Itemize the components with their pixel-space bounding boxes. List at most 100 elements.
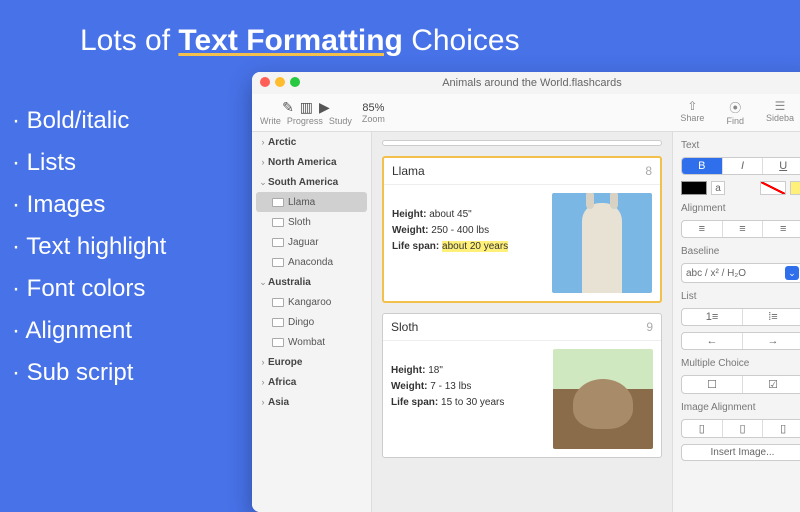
text-color-picker[interactable]: a (711, 181, 725, 195)
inspector: Text B I U a Alignment ≡ ≡ ≡ Baseline (672, 132, 800, 512)
text-color-swatch[interactable] (681, 181, 707, 195)
img-align-center-button[interactable]: ▯ (723, 420, 764, 437)
image-alignment-label: Image Alignment (681, 402, 800, 413)
img-align-right-button[interactable]: ▯ (763, 420, 800, 437)
sidebar-item-anaconda[interactable]: Anaconda (252, 252, 371, 272)
card-icon (272, 238, 284, 247)
sidebar-item-llama[interactable]: Llama (256, 192, 367, 212)
sidebar-toggle-button[interactable]: ☰Sideba (766, 99, 794, 126)
minimize-button[interactable] (275, 77, 285, 87)
fact-label: Height: (392, 209, 426, 220)
alignment-segment: ≡ ≡ ≡ (681, 220, 800, 238)
chevron-right-icon: › (258, 157, 268, 167)
align-left-button[interactable]: ≡ (682, 221, 723, 237)
multiple-choice-segment: ☐ ☑ (681, 375, 800, 394)
share-button[interactable]: ⇧Share (680, 99, 704, 126)
card-body: Height: 18" Weight: 7 - 13 lbs Life span… (383, 341, 661, 457)
fact-label: Life span: (392, 241, 439, 252)
card-title: Llama (392, 164, 425, 178)
progress-label: Progress (287, 116, 323, 126)
write-label: Write (260, 116, 281, 126)
fact-value-highlighted: about 20 years (442, 241, 508, 252)
maximize-button[interactable] (290, 77, 300, 87)
bulleted-list-button[interactable]: ⁞≡ (743, 309, 800, 325)
toolbar: ✎ ▥ ▶ Write Progress Study 85% Zoom ⇧Sha… (252, 94, 800, 132)
multiple-choice-label: Multiple Choice (681, 358, 800, 369)
card-facts: Height: about 45" Weight: 250 - 400 lbs … (392, 193, 544, 293)
close-button[interactable] (260, 77, 270, 87)
body-area: ›Arctic ›North America ⌄South America Ll… (252, 132, 800, 512)
sidebar-region-europe[interactable]: ›Europe (252, 352, 371, 372)
sidebar-region-australia[interactable]: ⌄Australia (252, 272, 371, 292)
fact-label: Weight: (391, 381, 427, 392)
fact-label: Weight: (392, 225, 428, 236)
promo-bullet-list: Bold/italic Lists Images Text highlight … (12, 100, 166, 394)
chevron-right-icon: › (258, 137, 268, 147)
mc-checked-button[interactable]: ☑ (743, 376, 800, 393)
app-window: Animals around the World.flashcards ✎ ▥ … (252, 72, 800, 512)
card-number: 8 (645, 164, 652, 178)
sloth-image (553, 349, 653, 449)
sidebar-item-wombat[interactable]: Wombat (252, 332, 371, 352)
find-button[interactable]: ⦿Find (726, 99, 744, 126)
fact-value: 18" (428, 365, 443, 376)
card-icon (272, 298, 284, 307)
chevron-right-icon: › (258, 377, 268, 387)
bullet-item: Alignment (12, 310, 166, 352)
chevron-right-icon: › (258, 397, 268, 407)
sidebar-region-arctic[interactable]: ›Arctic (252, 132, 371, 152)
highlight-picker-icon[interactable] (790, 181, 800, 195)
sidebar-item-sloth[interactable]: Sloth (252, 212, 371, 232)
card-sliver[interactable] (382, 140, 662, 146)
text-style-segment: B I U (681, 157, 800, 175)
card-sloth[interactable]: Sloth 9 Height: 18" Weight: 7 - 13 lbs L… (382, 313, 662, 458)
indent-segment: ← → (681, 332, 800, 350)
align-center-button[interactable]: ≡ (723, 221, 764, 237)
sidebar-item-dingo[interactable]: Dingo (252, 312, 371, 332)
chevron-right-icon: › (258, 357, 268, 367)
toolbar-right: ⇧Share ⦿Find ☰Sideba (680, 99, 800, 126)
sidebar-item-kangaroo[interactable]: Kangaroo (252, 292, 371, 312)
bullet-item: Sub script (12, 352, 166, 394)
fact-label: Height: (391, 365, 425, 376)
card-title: Sloth (391, 320, 418, 334)
outdent-button[interactable]: ← (682, 333, 743, 349)
chevron-down-icon: ⌄ (258, 277, 268, 288)
italic-button[interactable]: I (723, 158, 764, 174)
study-icon[interactable]: ▶ (319, 99, 330, 116)
sidebar-region-africa[interactable]: ›Africa (252, 372, 371, 392)
cards-column: Llama 8 Height: about 45" Weight: 250 - … (372, 132, 672, 512)
underline-button[interactable]: U (763, 158, 800, 174)
align-right-button[interactable]: ≡ (763, 221, 800, 237)
progress-icon[interactable]: ▥ (300, 99, 313, 116)
image-alignment-segment: ▯ ▯ ▯ (681, 419, 800, 438)
sidebar-region-north-america[interactable]: ›North America (252, 152, 371, 172)
alignment-section-label: Alignment (681, 203, 800, 214)
zoom-label: Zoom (362, 114, 385, 124)
write-icon[interactable]: ✎ (282, 99, 294, 116)
sidebar-item-jaguar[interactable]: Jaguar (252, 232, 371, 252)
img-align-left-button[interactable]: ▯ (682, 420, 723, 437)
bold-button[interactable]: B (682, 158, 723, 174)
headline-post: Choices (403, 24, 520, 57)
numbered-list-button[interactable]: 1≡ (682, 309, 743, 325)
list-type-segment: 1≡ ⁞≡ (681, 308, 800, 326)
sidebar-region-asia[interactable]: ›Asia (252, 392, 371, 412)
mc-unchecked-button[interactable]: ☐ (682, 376, 743, 393)
baseline-select[interactable]: abc / x² / H₂O ⌄ (681, 263, 800, 283)
card-icon (272, 218, 284, 227)
sidebar-region-south-america[interactable]: ⌄South America (252, 172, 371, 192)
chevron-down-icon: ⌄ (258, 177, 268, 188)
fact-value: about 45" (429, 209, 471, 220)
window-title: Animals around the World.flashcards (442, 77, 622, 89)
card-llama[interactable]: Llama 8 Height: about 45" Weight: 250 - … (382, 156, 662, 303)
titlebar: Animals around the World.flashcards (252, 72, 800, 94)
indent-button[interactable]: → (743, 333, 800, 349)
promo-headline: Lots of Text Formatting Choices (80, 24, 520, 58)
zoom-value: 85% (362, 102, 384, 114)
toolbar-zoom-group[interactable]: 85% Zoom (362, 102, 385, 124)
baseline-section-label: Baseline (681, 246, 800, 257)
llama-image (552, 193, 652, 293)
insert-image-button[interactable]: Insert Image... (681, 444, 800, 461)
no-highlight-swatch[interactable] (760, 181, 786, 195)
